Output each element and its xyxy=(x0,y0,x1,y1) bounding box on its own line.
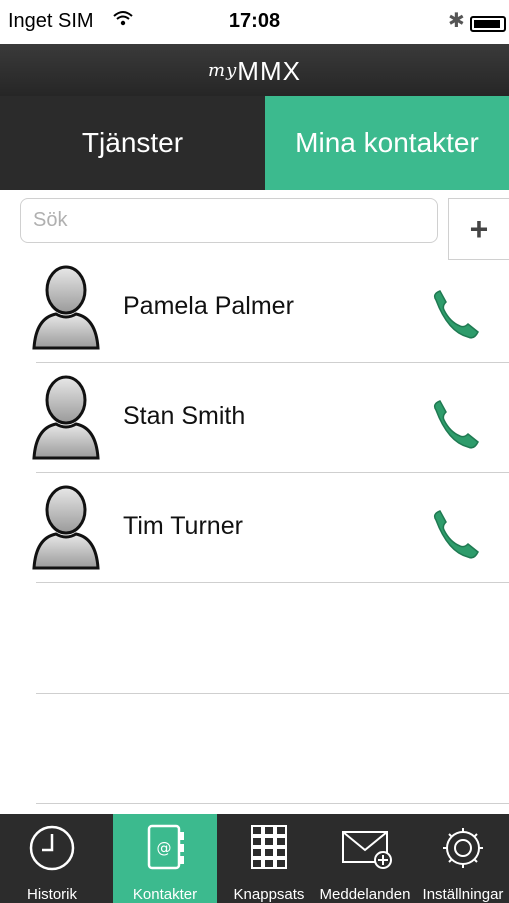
list-divider xyxy=(36,472,509,473)
address-book-icon: @ xyxy=(147,824,184,870)
list-divider xyxy=(36,803,509,804)
tabbar-item-settings[interactable]: Inställningar xyxy=(417,814,509,903)
avatar-icon xyxy=(32,265,100,350)
contact-row[interactable]: Stan Smith xyxy=(0,372,509,482)
clock-icon xyxy=(29,825,75,871)
tab-services[interactable]: Tjänster xyxy=(0,96,265,190)
list-divider xyxy=(36,582,509,583)
gear-icon xyxy=(443,828,483,868)
contact-row[interactable]: Pamela Palmer xyxy=(0,262,509,372)
app-logo: myMMX xyxy=(208,56,301,86)
tabbar-item-messages[interactable]: Meddelanden xyxy=(313,814,417,903)
add-contact-button[interactable]: + xyxy=(448,198,509,260)
envelope-icon xyxy=(342,831,392,869)
tabbar-item-keypad[interactable]: Knappsats xyxy=(217,814,321,903)
contact-name: Tim Turner xyxy=(123,512,243,540)
contact-row[interactable]: Tim Turner xyxy=(0,482,509,592)
list-divider xyxy=(36,362,509,363)
tabbar-label: Meddelanden xyxy=(319,886,411,903)
tabbar-item-history[interactable]: Historik xyxy=(0,814,104,903)
phone-icon[interactable] xyxy=(428,398,480,450)
tabbar-label: Knappsats xyxy=(233,886,305,903)
avatar-icon xyxy=(32,375,100,460)
tabbar-item-contacts[interactable]: @ Kontakter xyxy=(113,814,217,903)
tabbar-label: Historik xyxy=(26,886,77,903)
clock-time: 17:08 xyxy=(228,10,281,32)
svg-text:@: @ xyxy=(157,839,172,857)
list-divider xyxy=(36,693,509,694)
battery-icon xyxy=(470,16,506,32)
contact-name: Stan Smith xyxy=(123,402,246,430)
keypad-icon xyxy=(251,825,287,869)
tab-my-contacts[interactable]: Mina kontakter xyxy=(265,96,509,190)
app-header: myMMX xyxy=(0,44,509,96)
bottom-tab-bar: Historik @ Kontakter Knappsats Meddeland… xyxy=(0,814,509,903)
tabbar-label: Inställningar xyxy=(422,886,504,903)
bluetooth-icon: ✱ xyxy=(448,10,465,32)
avatar-icon xyxy=(32,485,100,570)
segment-tabs: Tjänster Mina kontakter xyxy=(0,96,509,190)
phone-icon[interactable] xyxy=(428,508,480,560)
contact-name: Pamela Palmer xyxy=(123,292,294,320)
status-bar: Inget SIM 17:08 ✱ xyxy=(0,0,509,44)
tabbar-label: Kontakter xyxy=(132,886,198,903)
phone-icon[interactable] xyxy=(428,288,480,340)
search-input[interactable] xyxy=(20,198,438,243)
